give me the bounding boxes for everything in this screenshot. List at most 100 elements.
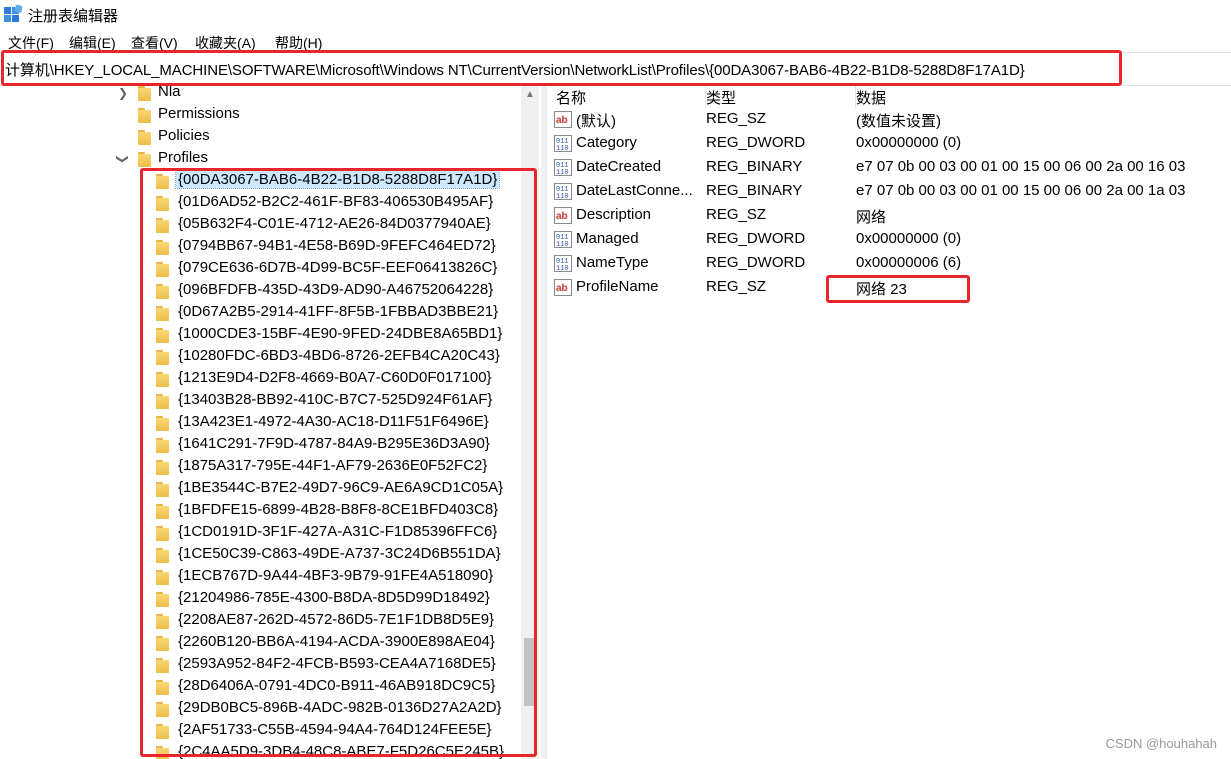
menu-edit[interactable]: 编辑(E): [69, 33, 116, 53]
tree-item-profile[interactable]: {2208AE87-262D-4572-86D5-7E1F1DB8D5E9}: [156, 610, 516, 632]
tree-item-label: Nla: [158, 86, 181, 100]
value-data: 0x00000000 (0): [856, 134, 962, 151]
folder-icon: [156, 548, 169, 563]
tree-item-profile[interactable]: {0794BB67-94B1-4E58-B69D-9FEFC464ED72}: [156, 236, 516, 258]
tree-item-profiles[interactable]: ❯ Profiles: [116, 148, 516, 170]
binary-value-icon: 011 110: [554, 183, 572, 201]
column-header-type-label: 类型: [706, 90, 737, 107]
string-value-icon: ab: [554, 111, 572, 128]
value-row[interactable]: 011 110 DateLastConne... REG_BINARY e7 07 0b…: [547, 180, 1231, 204]
tree-item-profile[interactable]: {28D6406A-0791-4DC0-B911-46AB918DC9C5}: [156, 676, 516, 698]
tree-item-profile[interactable]: {05B632F4-C01E-4712-AE26-84D0377940AE}: [156, 214, 516, 236]
tree-item-permissions[interactable]: Permissions: [116, 104, 516, 126]
chevron-right-icon[interactable]: ❯: [116, 86, 130, 100]
address-path[interactable]: 计算机\HKEY_LOCAL_MACHINE\SOFTWARE\Microsof…: [5, 59, 1025, 80]
folder-icon: [138, 108, 151, 123]
tree-item-profile[interactable]: {1000CDE3-15BF-4E90-9FED-24DBE8A65BD1}: [156, 324, 516, 346]
tree-scrollbar[interactable]: ▲: [521, 86, 539, 759]
value-row[interactable]: 011 110 Category REG_DWORD 0x00000000 (0): [547, 132, 1231, 156]
value-name: DateCreated: [576, 158, 662, 175]
tree-item-label: {2260B120-BB6A-4194-ACDA-3900E898AE04}: [178, 633, 495, 650]
folder-icon: [156, 592, 169, 607]
menu-file[interactable]: 文件(F): [8, 33, 54, 53]
value-type: REG_BINARY: [706, 182, 803, 199]
tree-item-profile[interactable]: {1ECB767D-9A44-4BF3-9B79-91FE4A518090}: [156, 566, 516, 588]
tree-item-profile[interactable]: {2260B120-BB6A-4194-ACDA-3900E898AE04}: [156, 632, 516, 654]
folder-icon: [156, 636, 169, 651]
string-value-icon: ab: [554, 207, 572, 224]
menu-help[interactable]: 帮助(H): [275, 33, 322, 53]
tree-item-profile[interactable]: {1641C291-7F9D-4787-84A9-B295E36D3A90}: [156, 434, 516, 456]
menu-view[interactable]: 查看(V): [131, 33, 178, 53]
menu-favorites[interactable]: 收藏夹(A): [195, 33, 256, 53]
scroll-up-arrow-icon[interactable]: ▲: [521, 86, 539, 104]
value-name: NameType: [576, 254, 649, 271]
value-row[interactable]: ab Description REG_SZ 网络: [547, 204, 1231, 228]
tree-item-profile[interactable]: {01D6AD52-B2C2-461F-BF83-406530B495AF}: [156, 192, 516, 214]
value-row[interactable]: ab (默认) REG_SZ (数值未设置): [547, 108, 1231, 132]
folder-icon: [156, 746, 169, 759]
tree-item-profile[interactable]: {10280FDC-6BD3-4BD6-8726-2EFB4CA20C43}: [156, 346, 516, 368]
tree-item-label: {13403B28-BB92-410C-B7C7-525D924F61AF}: [178, 391, 493, 408]
value-data: 0x00000000 (0): [856, 230, 962, 247]
tree-item-profile[interactable]: {0D67A2B5-2914-41FF-8F5B-1FBBAD3BBE21}: [156, 302, 516, 324]
value-row[interactable]: 011 110 NameType REG_DWORD 0x00000006 (6): [547, 252, 1231, 276]
tree-item-nla[interactable]: ❯ Nla: [116, 86, 516, 104]
folder-icon: [156, 350, 169, 365]
tree-item-profile[interactable]: {1BFDFE15-6899-4B28-B8F8-8CE1BFD403C8}: [156, 500, 516, 522]
tree-item-profile[interactable]: {096BFDFB-435D-43D9-AD90-A46752064228}: [156, 280, 516, 302]
value-row[interactable]: 011 110 Managed REG_DWORD 0x00000000 (0): [547, 228, 1231, 252]
tree-item-profile[interactable]: {1BE3544C-B7E2-49D7-96C9-AE6A9CD1C05A}: [156, 478, 516, 500]
tree-item-label: {1641C291-7F9D-4787-84A9-B295E36D3A90}: [178, 435, 490, 452]
value-data: 0x00000006 (6): [856, 254, 962, 271]
column-header-data[interactable]: 数据: [856, 86, 1231, 108]
tree-item-profile[interactable]: {1213E9D4-D2F8-4669-B0A7-C60D0F017100}: [156, 368, 516, 390]
binary-value-icon: 011 110: [554, 231, 572, 249]
scroll-thumb[interactable]: [524, 638, 536, 706]
folder-icon: [156, 218, 169, 233]
folder-icon: [156, 174, 169, 189]
folder-icon: [156, 196, 169, 211]
value-data: 网络 23: [856, 281, 907, 298]
tree-item-label: {1BE3544C-B7E2-49D7-96C9-AE6A9CD1C05A}: [178, 479, 504, 496]
tree-item-label: {079CE636-6D7B-4D99-BC5F-EEF06413826C}: [178, 259, 498, 276]
value-name: DateLastConne...: [576, 182, 693, 199]
tree-item-profile[interactable]: {2AF51733-C55B-4594-94A4-764D124FEE5E}: [156, 720, 516, 742]
svg-text:110: 110: [556, 241, 569, 248]
address-bar[interactable]: 计算机\HKEY_LOCAL_MACHINE\SOFTWARE\Microsof…: [0, 52, 1231, 86]
svg-text:ab: ab: [556, 211, 568, 222]
values-pane: 名称 类型 数据 ab (默认) REG_SZ (数值未设置) 011 110 Catego…: [547, 86, 1231, 759]
tree-item-profile[interactable]: {1875A317-795E-44F1-AF79-2636E0F52FC2}: [156, 456, 516, 478]
tree-item-profile[interactable]: {13403B28-BB92-410C-B7C7-525D924F61AF}: [156, 390, 516, 412]
tree-item-profile[interactable]: {1CD0191D-3F1F-427A-A31C-F1D85396FFC6}: [156, 522, 516, 544]
svg-text:ab: ab: [556, 283, 568, 294]
value-type: REG_BINARY: [706, 158, 803, 175]
tree-item-profile[interactable]: {13A423E1-4972-4A30-AC18-D11F51F6496E}: [156, 412, 516, 434]
folder-icon: [156, 526, 169, 541]
tree-item-policies[interactable]: Policies: [116, 126, 516, 148]
column-header-type[interactable]: 类型: [706, 86, 856, 108]
tree-item-profile[interactable]: {2C4AA5D9-3DB4-48C8-ABE7-F5D26C5E245B}: [156, 742, 516, 759]
tree-item-profile[interactable]: {2593A952-84F2-4FCB-B593-CEA4A7168DE5}: [156, 654, 516, 676]
value-type: REG_SZ: [706, 206, 767, 223]
value-row[interactable]: 011 110 DateCreated REG_BINARY e7 07 0b 00 0…: [547, 156, 1231, 180]
tree-item-label: {01D6AD52-B2C2-461F-BF83-406530B495AF}: [178, 193, 494, 210]
tree-item-label: {00DA3067-BAB6-4B22-B1D8-5288D8F17A1D}: [174, 170, 501, 189]
window-title: 注册表编辑器: [28, 8, 119, 25]
tree-item-label: {0D67A2B5-2914-41FF-8F5B-1FBBAD3BBE21}: [178, 303, 499, 320]
tree-item-profile[interactable]: {29DB0BC5-896B-4ADC-982B-0136D27A2A2D}: [156, 698, 516, 720]
chevron-down-icon[interactable]: ❯: [116, 152, 130, 166]
value-row[interactable]: ab ProfileName REG_SZ 网络 23: [547, 276, 1231, 300]
folder-icon: [156, 372, 169, 387]
tree-item-profile[interactable]: {21204986-785E-4300-B8DA-8D5D99D18492}: [156, 588, 516, 610]
folder-icon: [156, 262, 169, 277]
regedit-app-icon: [4, 5, 22, 22]
tree-item-profile[interactable]: {1CE50C39-C863-49DE-A737-3C24D6B551DA}: [156, 544, 516, 566]
column-header-name[interactable]: 名称: [556, 86, 706, 108]
svg-text:110: 110: [556, 193, 569, 200]
tree-item-profile[interactable]: {079CE636-6D7B-4D99-BC5F-EEF06413826C}: [156, 258, 516, 280]
folder-icon: [156, 570, 169, 585]
svg-text:110: 110: [556, 169, 569, 176]
folder-icon: [156, 680, 169, 695]
tree-item-profile[interactable]: {00DA3067-BAB6-4B22-B1D8-5288D8F17A1D}: [156, 170, 516, 192]
